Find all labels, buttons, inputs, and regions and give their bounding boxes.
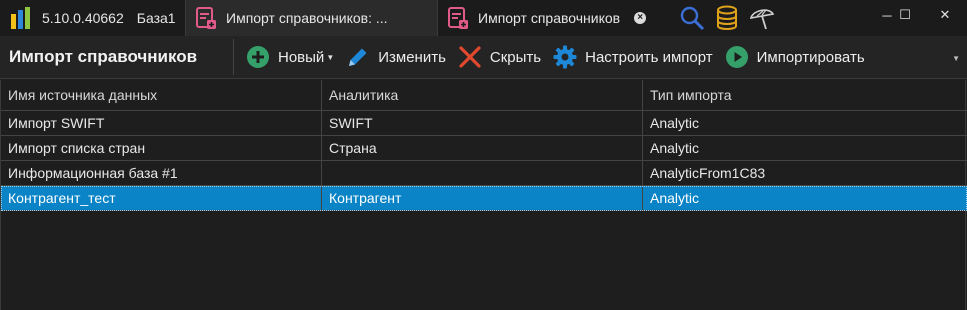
- app-version: 5.10.0.40662: [42, 10, 124, 26]
- close-tab-icon[interactable]: ×: [634, 12, 647, 24]
- cell-import-type: Analytic: [643, 111, 967, 136]
- app-info: 5.10.0.40662 База1: [0, 0, 186, 36]
- configure-import-button[interactable]: Настроить импорт: [553, 36, 713, 79]
- cell-analytics: Контрагент: [322, 186, 643, 211]
- umbrella-icon[interactable]: [749, 5, 775, 31]
- table-row[interactable]: Импорт SWIFT SWIFT Analytic: [1, 111, 967, 136]
- import-doc-icon: [448, 7, 468, 29]
- cell-import-type: AnalyticFrom1C83: [643, 161, 967, 186]
- grid-header-row: Имя источника данных Аналитика Тип импор…: [1, 80, 967, 111]
- edit-label: Изменить: [378, 48, 446, 66]
- toolbar: Импорт справочников Новый ▼ Изменить Скр…: [0, 36, 967, 79]
- dropdown-caret-icon: ▼: [326, 52, 335, 62]
- search-icon[interactable]: [679, 5, 705, 31]
- plus-circle-icon: [247, 46, 269, 68]
- table-row[interactable]: Информационная база #1 AnalyticFrom1C83: [1, 161, 967, 186]
- table-row[interactable]: Импорт списка стран Страна Analytic: [1, 136, 967, 161]
- new-label: Новый: [278, 48, 325, 66]
- table-row-selected[interactable]: Контрагент_тест Контрагент Analytic: [1, 186, 967, 211]
- gear-icon: [553, 45, 577, 69]
- pencil-icon: [349, 48, 367, 66]
- run-import-label: Импортировать: [756, 48, 865, 66]
- hide-button[interactable]: Скрыть: [458, 36, 541, 79]
- tab-label: Импорт справочников: [478, 10, 621, 26]
- cell-analytics: SWIFT: [322, 111, 643, 136]
- app-logo-icon: [11, 7, 30, 29]
- column-header-import-type[interactable]: Тип импорта: [643, 80, 967, 111]
- column-header-source-name[interactable]: Имя источника данных: [1, 80, 322, 111]
- cell-import-type: Analytic: [643, 186, 967, 211]
- toolbar-divider: [233, 39, 234, 75]
- cell-analytics: Страна: [322, 136, 643, 161]
- data-grid: Имя источника данных Аналитика Тип импор…: [0, 80, 967, 310]
- maximize-button[interactable]: ☐: [885, 0, 925, 30]
- run-import-button[interactable]: Импортировать: [725, 36, 865, 79]
- cell-import-type: Analytic: [643, 136, 967, 161]
- cell-source-name: Импорт SWIFT: [1, 111, 322, 136]
- configure-import-label: Настроить импорт: [585, 48, 713, 66]
- import-doc-icon: [196, 7, 216, 29]
- close-window-button[interactable]: ✕: [925, 0, 965, 30]
- tab-label: Импорт справочников: ...: [226, 10, 388, 26]
- title-bar: 5.10.0.40662 База1 Импорт справочников: …: [0, 0, 967, 36]
- cell-source-name: Импорт списка стран: [1, 136, 322, 161]
- edit-button[interactable]: Изменить: [346, 36, 446, 79]
- hide-label: Скрыть: [489, 48, 542, 66]
- new-button[interactable]: Новый ▼: [246, 36, 334, 79]
- tab-import-directories-2[interactable]: Импорт справочников ×: [438, 0, 670, 36]
- play-circle-icon: [725, 46, 748, 68]
- cell-source-name: Контрагент_тест: [1, 186, 322, 211]
- tab-import-directories-1[interactable]: Импорт справочников: ...: [186, 0, 438, 36]
- database-icon[interactable]: [714, 5, 740, 31]
- cell-source-name: Информационная база #1: [1, 161, 322, 186]
- page-title: Импорт справочников: [9, 47, 198, 66]
- database-name: База1: [136, 10, 176, 26]
- cell-analytics: [322, 161, 643, 186]
- close-x-icon: [459, 46, 481, 68]
- column-header-analytics[interactable]: Аналитика: [322, 80, 643, 111]
- toolbar-overflow-icon[interactable]: ▼: [952, 54, 960, 63]
